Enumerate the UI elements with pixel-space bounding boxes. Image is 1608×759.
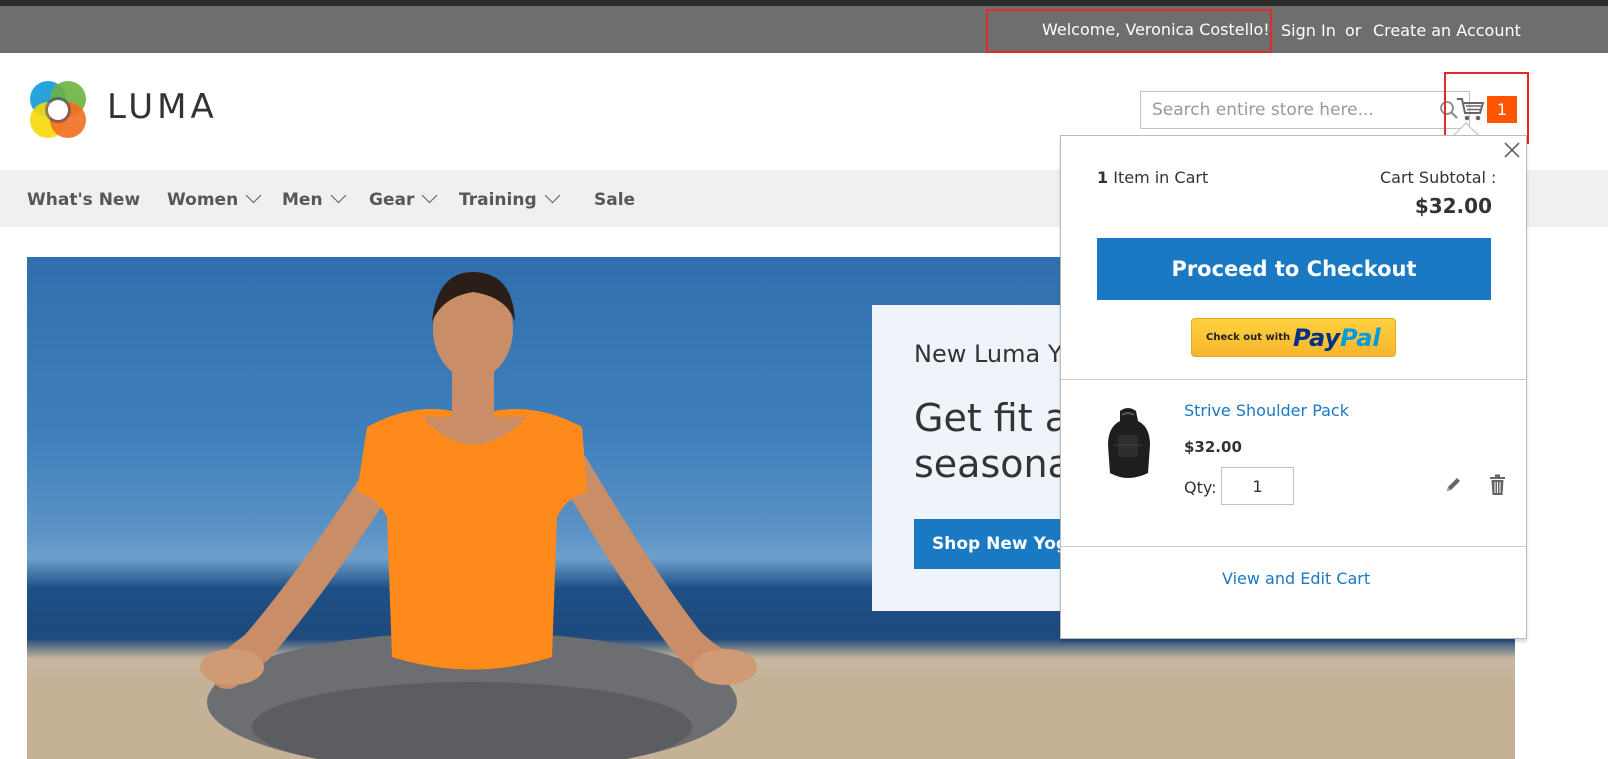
nav-item-men[interactable]: Men [282, 187, 346, 210]
cart-count-badge[interactable]: 1 [1487, 96, 1517, 123]
cart-item-name-link[interactable]: Strive Shoulder Pack [1184, 401, 1349, 420]
items-count-number: 1 [1097, 168, 1109, 187]
nav-item-sale[interactable]: Sale [594, 190, 635, 210]
paypal-small-text: Check out with [1206, 332, 1291, 343]
nav-item-training[interactable]: Training [459, 187, 560, 210]
nav-item-label: What's New [27, 190, 141, 210]
logo-text: LUMA [107, 87, 218, 127]
hero-promo-panel: New Luma Y Get fit ar seasona Shop New Y… [872, 305, 1082, 611]
chevron-down-icon [422, 187, 438, 204]
divider [1061, 379, 1526, 380]
paypal-logo-part: Pay [1293, 324, 1341, 352]
cart-subtotal-label: Cart Subtotal : [1380, 168, 1497, 187]
promo-title: Get fit ar seasona [914, 395, 1082, 487]
product-thumbnail[interactable] [1100, 405, 1156, 483]
create-account-link[interactable]: Create an Account [1373, 21, 1521, 40]
paypal-logo-part: Pal [1340, 324, 1381, 352]
cart-subtotal-value: $32.00 [1414, 194, 1492, 218]
shop-new-yoga-button[interactable]: Shop New Yoga [914, 519, 1082, 569]
trash-icon[interactable] [1488, 474, 1507, 496]
promo-kicker-text: New Luma Y [914, 340, 1063, 368]
promo-title-line: Get fit ar [914, 396, 1082, 440]
or-separator: or [1345, 21, 1362, 40]
chevron-down-icon [544, 187, 560, 204]
nav-item-whats-new[interactable]: What's New [27, 190, 140, 210]
nav-item-gear[interactable]: Gear [369, 187, 438, 210]
welcome-message: Welcome, Veronica Costello! [1042, 20, 1270, 39]
nav-item-women[interactable]: Women [167, 187, 262, 210]
promo-title-line: seasona [914, 442, 1071, 486]
cart-item-price: $32.00 [1184, 438, 1242, 456]
header-panel [0, 6, 1608, 53]
sign-in-link[interactable]: Sign In [1281, 21, 1336, 40]
nav-item-label: Men [282, 190, 323, 210]
nav-item-label: Training [459, 190, 537, 210]
search-input[interactable] [1141, 92, 1421, 128]
search-box [1140, 91, 1470, 129]
luma-logo-icon [30, 81, 86, 138]
chevron-down-icon [330, 187, 346, 204]
view-and-edit-cart-link[interactable]: View and Edit Cart [1222, 569, 1370, 588]
cart-items-count: 1 Item in Cart [1097, 168, 1208, 187]
close-icon[interactable] [1502, 140, 1522, 160]
paypal-logo: PayPal [1293, 324, 1381, 352]
divider [1061, 546, 1526, 547]
qty-label: Qty: [1184, 478, 1217, 497]
nav-item-label: Gear [369, 190, 415, 210]
proceed-to-checkout-button[interactable]: Proceed to Checkout [1097, 238, 1491, 300]
nav-item-label: Sale [594, 190, 636, 210]
paypal-checkout-button[interactable]: Check out with PayPal [1191, 318, 1396, 357]
store-logo[interactable]: LUMA [27, 79, 237, 141]
items-count-label: Item in Cart [1108, 168, 1209, 187]
qty-input[interactable] [1221, 467, 1294, 505]
edit-pencil-icon[interactable] [1444, 475, 1463, 494]
chevron-down-icon [245, 187, 262, 204]
shopping-cart-icon[interactable] [1456, 96, 1486, 122]
nav-item-label: Women [167, 190, 239, 210]
